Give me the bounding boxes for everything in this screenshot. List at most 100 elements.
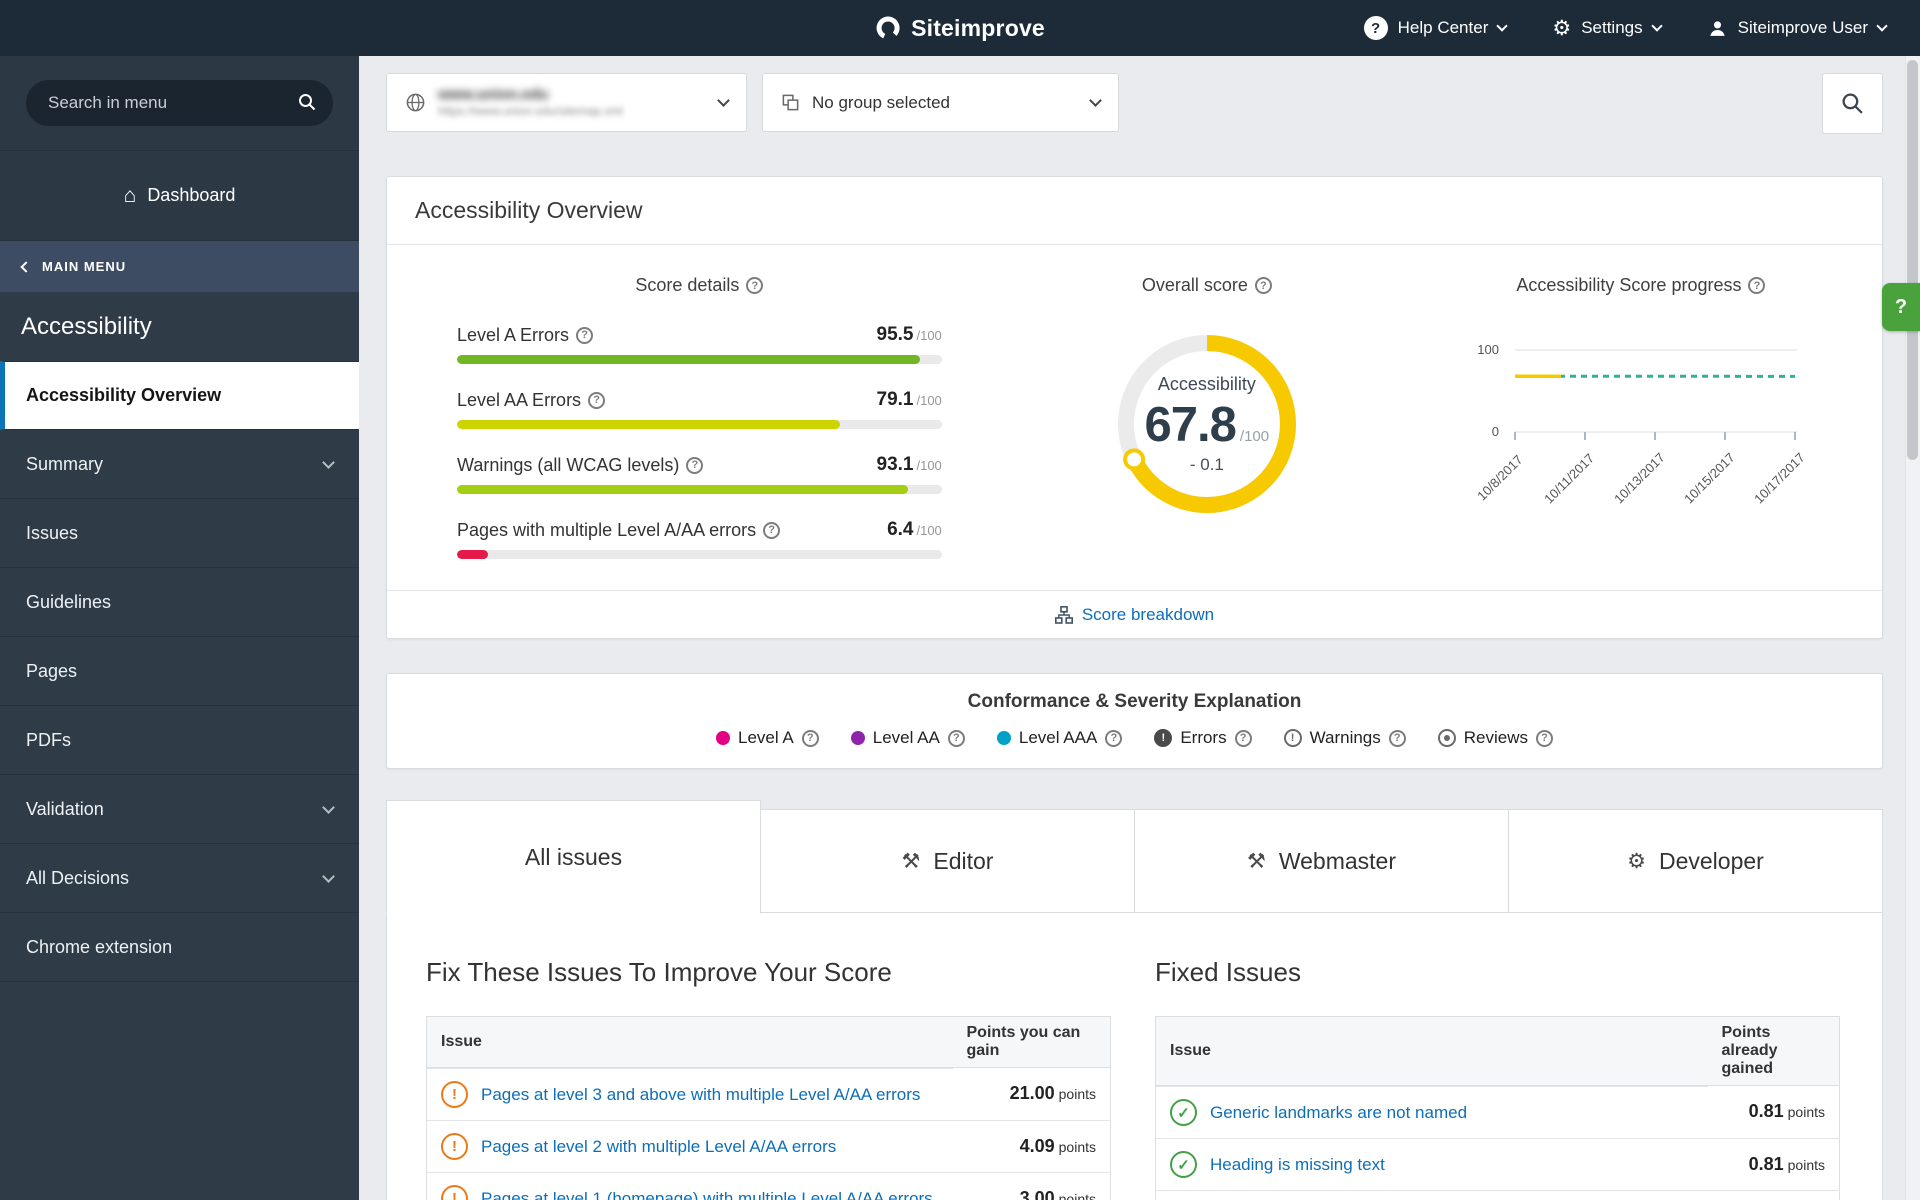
issue-link[interactable]: Pages at level 2 with multiple Level A/A… — [481, 1137, 836, 1157]
points-suffix: points — [1787, 1156, 1825, 1173]
card-title: Accessibility Overview — [387, 177, 1882, 245]
help-flag-button[interactable]: ? — [1882, 283, 1920, 331]
legend-reviews: Reviews ? — [1437, 728, 1554, 748]
search-button[interactable] — [1822, 73, 1883, 134]
sidebar-item-pdfs[interactable]: PDFs — [0, 706, 359, 775]
sidebar: ⌂ Dashboard MAIN MENU Accessibility Acce… — [0, 56, 359, 1200]
overall-score-max: /100 — [1239, 427, 1270, 445]
score-label: Pages with multiple Level A/AA errors — [457, 519, 757, 540]
help-icon[interactable]: ? — [1388, 729, 1406, 747]
home-icon: ⌂ — [123, 184, 137, 207]
level-a-dot-icon — [715, 731, 730, 745]
main-menu-back[interactable]: MAIN MENU — [0, 241, 359, 292]
chevron-down-icon — [1650, 20, 1663, 32]
sidebar-item-summary[interactable]: Summary — [0, 430, 359, 499]
nav-label: Summary — [26, 453, 104, 474]
help-icon[interactable]: ? — [1254, 277, 1272, 294]
tab-label: Editor — [933, 847, 994, 874]
sidebar-item-dashboard[interactable]: ⌂ Dashboard — [0, 151, 359, 241]
help-icon[interactable]: ? — [1536, 729, 1554, 747]
tab-developer[interactable]: ⚙ Developer — [1508, 809, 1883, 913]
table-row: ✓ Heading is missing text 0.81 points — [1156, 1137, 1840, 1190]
help-center-menu[interactable]: ? Help Center — [1363, 16, 1509, 40]
level-aaa-dot-icon — [996, 731, 1011, 745]
help-icon[interactable]: ? — [801, 729, 819, 747]
x-tick-label: 10/15/2017 — [1681, 449, 1738, 507]
sidebar-item-pages[interactable]: Pages — [0, 637, 359, 706]
help-icon[interactable]: ? — [746, 277, 764, 294]
sidebar-item-all-decisions[interactable]: All Decisions — [0, 844, 359, 913]
score-progress-section: Accessibility Score progress ? 100 0 10/… — [1424, 275, 1858, 586]
overall-score-value: 67.8 — [1144, 397, 1237, 452]
fixed-issues-section: Fixed Issues Issue Points already gained… — [1155, 945, 1840, 1200]
points-value: 3.00 — [1019, 1187, 1055, 1200]
tab-webmaster[interactable]: ⚒ Webmaster — [1134, 809, 1509, 913]
reviews-icon — [1437, 729, 1456, 747]
issue-link[interactable]: Pages at level 1 (homepage) with multipl… — [481, 1189, 933, 1200]
sidebar-item-validation[interactable]: Validation — [0, 775, 359, 844]
score-label: Level AA Errors — [457, 389, 582, 410]
scrollbar-track[interactable] — [1905, 56, 1920, 1200]
points-value: 21.00 — [1009, 1083, 1055, 1104]
check-icon: ✓ — [1170, 1151, 1197, 1178]
help-icon[interactable]: ? — [1105, 729, 1123, 747]
group-selector[interactable]: No group selected — [762, 73, 1119, 132]
score-value: 95.5 — [876, 324, 914, 345]
site-selector[interactable]: www.union.edu https://www.union.edu/site… — [386, 73, 747, 132]
points-suffix: points — [1058, 1138, 1096, 1155]
points-value: 0.81 — [1748, 1101, 1784, 1122]
wrench-icon: ⚒ — [901, 849, 921, 873]
score-progress-title: Accessibility Score progress — [1516, 275, 1742, 295]
legend-label: Errors — [1180, 728, 1227, 747]
column-header-points: Points already gained — [1707, 1016, 1840, 1086]
level-aa-dot-icon — [850, 731, 865, 745]
group-icon — [781, 93, 800, 112]
chevron-down-icon — [322, 800, 335, 814]
scrollbar-thumb[interactable] — [1907, 60, 1918, 460]
nav-label: Chrome extension — [26, 936, 173, 957]
table-row: ! Pages at level 2 with multiple Level A… — [427, 1119, 1111, 1172]
help-icon[interactable]: ? — [576, 326, 594, 344]
main-content: www.union.edu https://www.union.edu/site… — [359, 56, 1905, 1200]
score-max: /100 — [916, 458, 942, 473]
help-icon[interactable]: ? — [947, 729, 965, 747]
menu-search-input[interactable] — [26, 80, 333, 126]
points-suffix: points — [1787, 1104, 1825, 1121]
legend-level-aaa: Level AAA ? — [996, 728, 1123, 748]
overall-score-section: Overall score ? Accessibility 67.8/100 -… — [990, 275, 1424, 586]
sidebar-item-guidelines[interactable]: Guidelines — [0, 568, 359, 637]
issue-link[interactable]: Generic landmarks are not named — [1210, 1103, 1467, 1123]
tab-editor[interactable]: ⚒ Editor — [760, 809, 1135, 913]
help-icon[interactable]: ? — [1748, 277, 1766, 294]
globe-icon — [405, 92, 426, 113]
help-icon[interactable]: ? — [763, 521, 781, 539]
issue-link[interactable]: Heading is missing text — [1210, 1155, 1385, 1175]
score-value: 6.4 — [887, 519, 914, 540]
score-breakdown-link[interactable]: Score breakdown — [1082, 605, 1214, 625]
score-max: /100 — [916, 393, 942, 408]
brand: Siteimprove — [875, 0, 1045, 56]
table-row: ✓ Generic landmarks are not named 0.81 po… — [1156, 1085, 1840, 1138]
score-breakdown-icon — [1054, 605, 1073, 624]
gear-icon: ⚙ — [1627, 849, 1646, 873]
dashboard-label: Dashboard — [147, 185, 236, 205]
score-max: /100 — [916, 328, 942, 343]
x-tick-label: 10/13/2017 — [1611, 449, 1668, 507]
user-menu[interactable]: Siteimprove User — [1707, 18, 1888, 39]
help-icon[interactable]: ? — [588, 391, 606, 409]
sidebar-item-issues[interactable]: Issues — [0, 499, 359, 568]
issue-link[interactable]: Pages at level 3 and above with multiple… — [481, 1085, 920, 1105]
user-icon — [1707, 18, 1728, 39]
points-value: 4.09 — [1019, 1135, 1055, 1156]
chevron-down-icon — [1496, 20, 1509, 32]
sidebar-item-accessibility-overview[interactable]: Accessibility Overview — [0, 361, 359, 430]
sidebar-nav: Accessibility Overview Summary Issues Gu… — [0, 361, 359, 982]
tab-all-issues[interactable]: All issues — [386, 800, 761, 914]
column-header-points: Points you can gain — [952, 1016, 1111, 1068]
help-icon[interactable]: ? — [1234, 729, 1252, 747]
sidebar-item-chrome-extension[interactable]: Chrome extension — [0, 913, 359, 982]
chevron-down-icon — [1876, 20, 1888, 32]
score-detail-row: Warnings (all WCAG levels) ? 93.1/100 — [457, 454, 942, 494]
help-icon[interactable]: ? — [686, 456, 704, 474]
settings-menu[interactable]: ⚙ Settings — [1552, 18, 1663, 39]
